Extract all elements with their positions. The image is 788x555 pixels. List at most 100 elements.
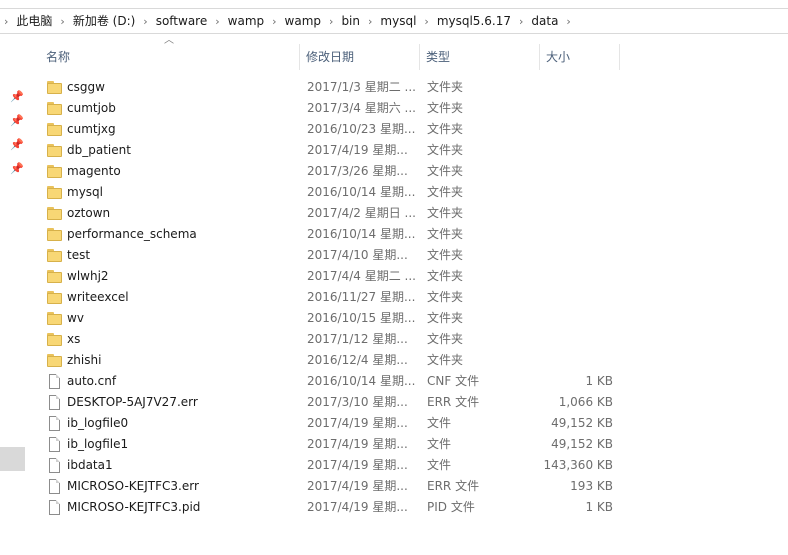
column-date-label: 修改日期 [306,50,355,64]
column-size-header[interactable]: 大小 [540,44,620,70]
file-row[interactable]: DESKTOP-5AJ7V27.err 2017/3/10 星期... ERR 文件… [40,392,625,413]
file-name: magento [67,164,121,178]
chevron-right-icon[interactable]: › [139,15,151,28]
folder-icon [47,122,63,137]
chevron-right-icon[interactable]: › [56,15,68,28]
file-row[interactable]: performance_schema 2016/10/14 星期... 文件夹 [40,224,625,245]
file-type: 文件夹 [427,311,464,325]
file-date: 2016/11/27 星期... [307,290,416,304]
file-row[interactable]: cumtjxg 2016/10/23 星期... 文件夹 [40,119,625,140]
file-date: 2016/10/14 星期... [307,185,416,199]
file-type: 文件夹 [427,332,464,346]
breadcrumb-item[interactable]: 新加卷 (D:) [69,9,139,33]
nav-selected-item[interactable] [0,447,25,471]
file-date: 2017/4/4 星期二 ... [307,269,416,283]
folder-icon [47,206,63,221]
file-name: xs [67,332,81,346]
file-row[interactable]: MICROSO-KEJTFC3.err 2017/4/19 星期... ERR 文件… [40,476,625,497]
column-name-label: 名称 [46,50,71,64]
chevron-right-icon[interactable]: › [0,15,12,28]
file-type: PID 文件 [427,500,475,514]
file-row[interactable]: writeexcel 2016/11/27 星期... 文件夹 [40,287,625,308]
breadcrumb: › 此电脑 › 新加卷 (D:) › software › wamp › wamp › bin › mys… [0,9,575,33]
chevron-right-icon[interactable]: › [364,15,376,28]
column-name-header[interactable]: ︿ 名称 [40,36,300,70]
pin-icon[interactable]: 📌 [10,115,24,127]
chevron-right-icon[interactable]: › [515,15,527,28]
file-type: 文件夹 [427,185,464,199]
file-row[interactable]: csggw 2017/1/3 星期二 ... 文件夹 [40,77,625,98]
folder-icon [47,164,63,179]
breadcrumb-item[interactable]: data [527,9,562,33]
column-type-label: 类型 [426,50,451,64]
file-name: zhishi [67,353,102,367]
file-row[interactable]: zhishi 2016/12/4 星期... 文件夹 [40,350,625,371]
folder-icon [47,143,63,158]
address-bar[interactable]: › 此电脑 › 新加卷 (D:) › software › wamp › wamp › bin › mys… [0,8,788,34]
file-date: 2017/4/19 星期... [307,143,408,157]
file-name: db_patient [67,143,131,157]
file-size: 1,066 KB [558,395,613,409]
file-type: 文件夹 [427,101,464,115]
file-type: 文件夹 [427,143,464,157]
file-row[interactable]: xs 2017/1/12 星期... 文件夹 [40,329,625,350]
file-type: ERR 文件 [427,479,480,493]
breadcrumb-item[interactable]: wamp [224,9,268,33]
file-name: csggw [67,80,105,94]
file-type: 文件夹 [427,269,464,283]
file-name: DESKTOP-5AJ7V27.err [67,395,198,409]
file-type: 文件夹 [427,206,464,220]
breadcrumb-item[interactable]: wamp [281,9,325,33]
file-icon [47,416,63,431]
file-row[interactable]: wv 2016/10/15 星期... 文件夹 [40,308,625,329]
file-row[interactable]: ib_logfile1 2017/4/19 星期... 文件 49,152 KB [40,434,625,455]
file-row[interactable]: mysql 2016/10/14 星期... 文件夹 [40,182,625,203]
file-row[interactable]: MICROSO-KEJTFC3.pid 2017/4/19 星期... PID 文件… [40,497,625,518]
file-date: 2017/3/26 星期... [307,164,408,178]
column-type-header[interactable]: 类型 [420,44,540,70]
file-date: 2016/10/23 星期... [307,122,416,136]
column-size-label: 大小 [546,50,571,64]
file-row[interactable]: cumtjob 2017/3/4 星期六 ... 文件夹 [40,98,625,119]
breadcrumb-item[interactable]: bin [337,9,364,33]
chevron-right-icon[interactable]: › [562,15,574,28]
pin-icon[interactable]: 📌 [10,91,24,103]
column-header: ︿ 名称 修改日期 类型 大小 [40,36,620,70]
chevron-right-icon[interactable]: › [325,15,337,28]
file-row[interactable]: magento 2017/3/26 星期... 文件夹 [40,161,625,182]
file-name: writeexcel [67,290,129,304]
file-type: CNF 文件 [427,374,480,388]
file-date: 2017/4/19 星期... [307,479,408,493]
file-row[interactable]: test 2017/4/10 星期... 文件夹 [40,245,625,266]
chevron-right-icon[interactable]: › [268,15,280,28]
file-row[interactable]: wlwhj2 2017/4/4 星期二 ... 文件夹 [40,266,625,287]
file-row[interactable]: ibdata1 2017/4/19 星期... 文件 143,360 KB [40,455,625,476]
pin-icon[interactable]: 📌 [10,163,24,175]
file-row[interactable]: db_patient 2017/4/19 星期... 文件夹 [40,140,625,161]
file-icon [47,437,63,452]
file-date: 2017/4/2 星期日 ... [307,206,416,220]
file-name: ibdata1 [67,458,113,472]
breadcrumb-item[interactable]: 此电脑 [12,9,56,33]
breadcrumb-item[interactable]: software [152,9,212,33]
column-date-header[interactable]: 修改日期 [300,44,420,70]
pin-icon[interactable]: 📌 [10,139,24,151]
file-type: ERR 文件 [427,395,480,409]
sort-up-icon: ︿ [164,35,174,46]
file-name: auto.cnf [67,374,117,388]
file-row[interactable]: auto.cnf 2016/10/14 星期... CNF 文件 1 KB [40,371,625,392]
file-type: 文件夹 [427,227,464,241]
chevron-right-icon[interactable]: › [211,15,223,28]
file-date: 2017/1/3 星期二 ... [307,80,416,94]
file-size: 49,152 KB [551,437,613,451]
file-row[interactable]: oztown 2017/4/2 星期日 ... 文件夹 [40,203,625,224]
file-name: oztown [67,206,111,220]
file-type: 文件夹 [427,248,464,262]
breadcrumb-item[interactable]: mysql [376,9,420,33]
file-icon [47,395,63,410]
breadcrumb-item[interactable]: mysql5.6.17 [433,9,515,33]
file-type: 文件夹 [427,353,464,367]
file-type: 文件夹 [427,290,464,304]
chevron-right-icon[interactable]: › [420,15,432,28]
file-row[interactable]: ib_logfile0 2017/4/19 星期... 文件 49,152 KB [40,413,625,434]
